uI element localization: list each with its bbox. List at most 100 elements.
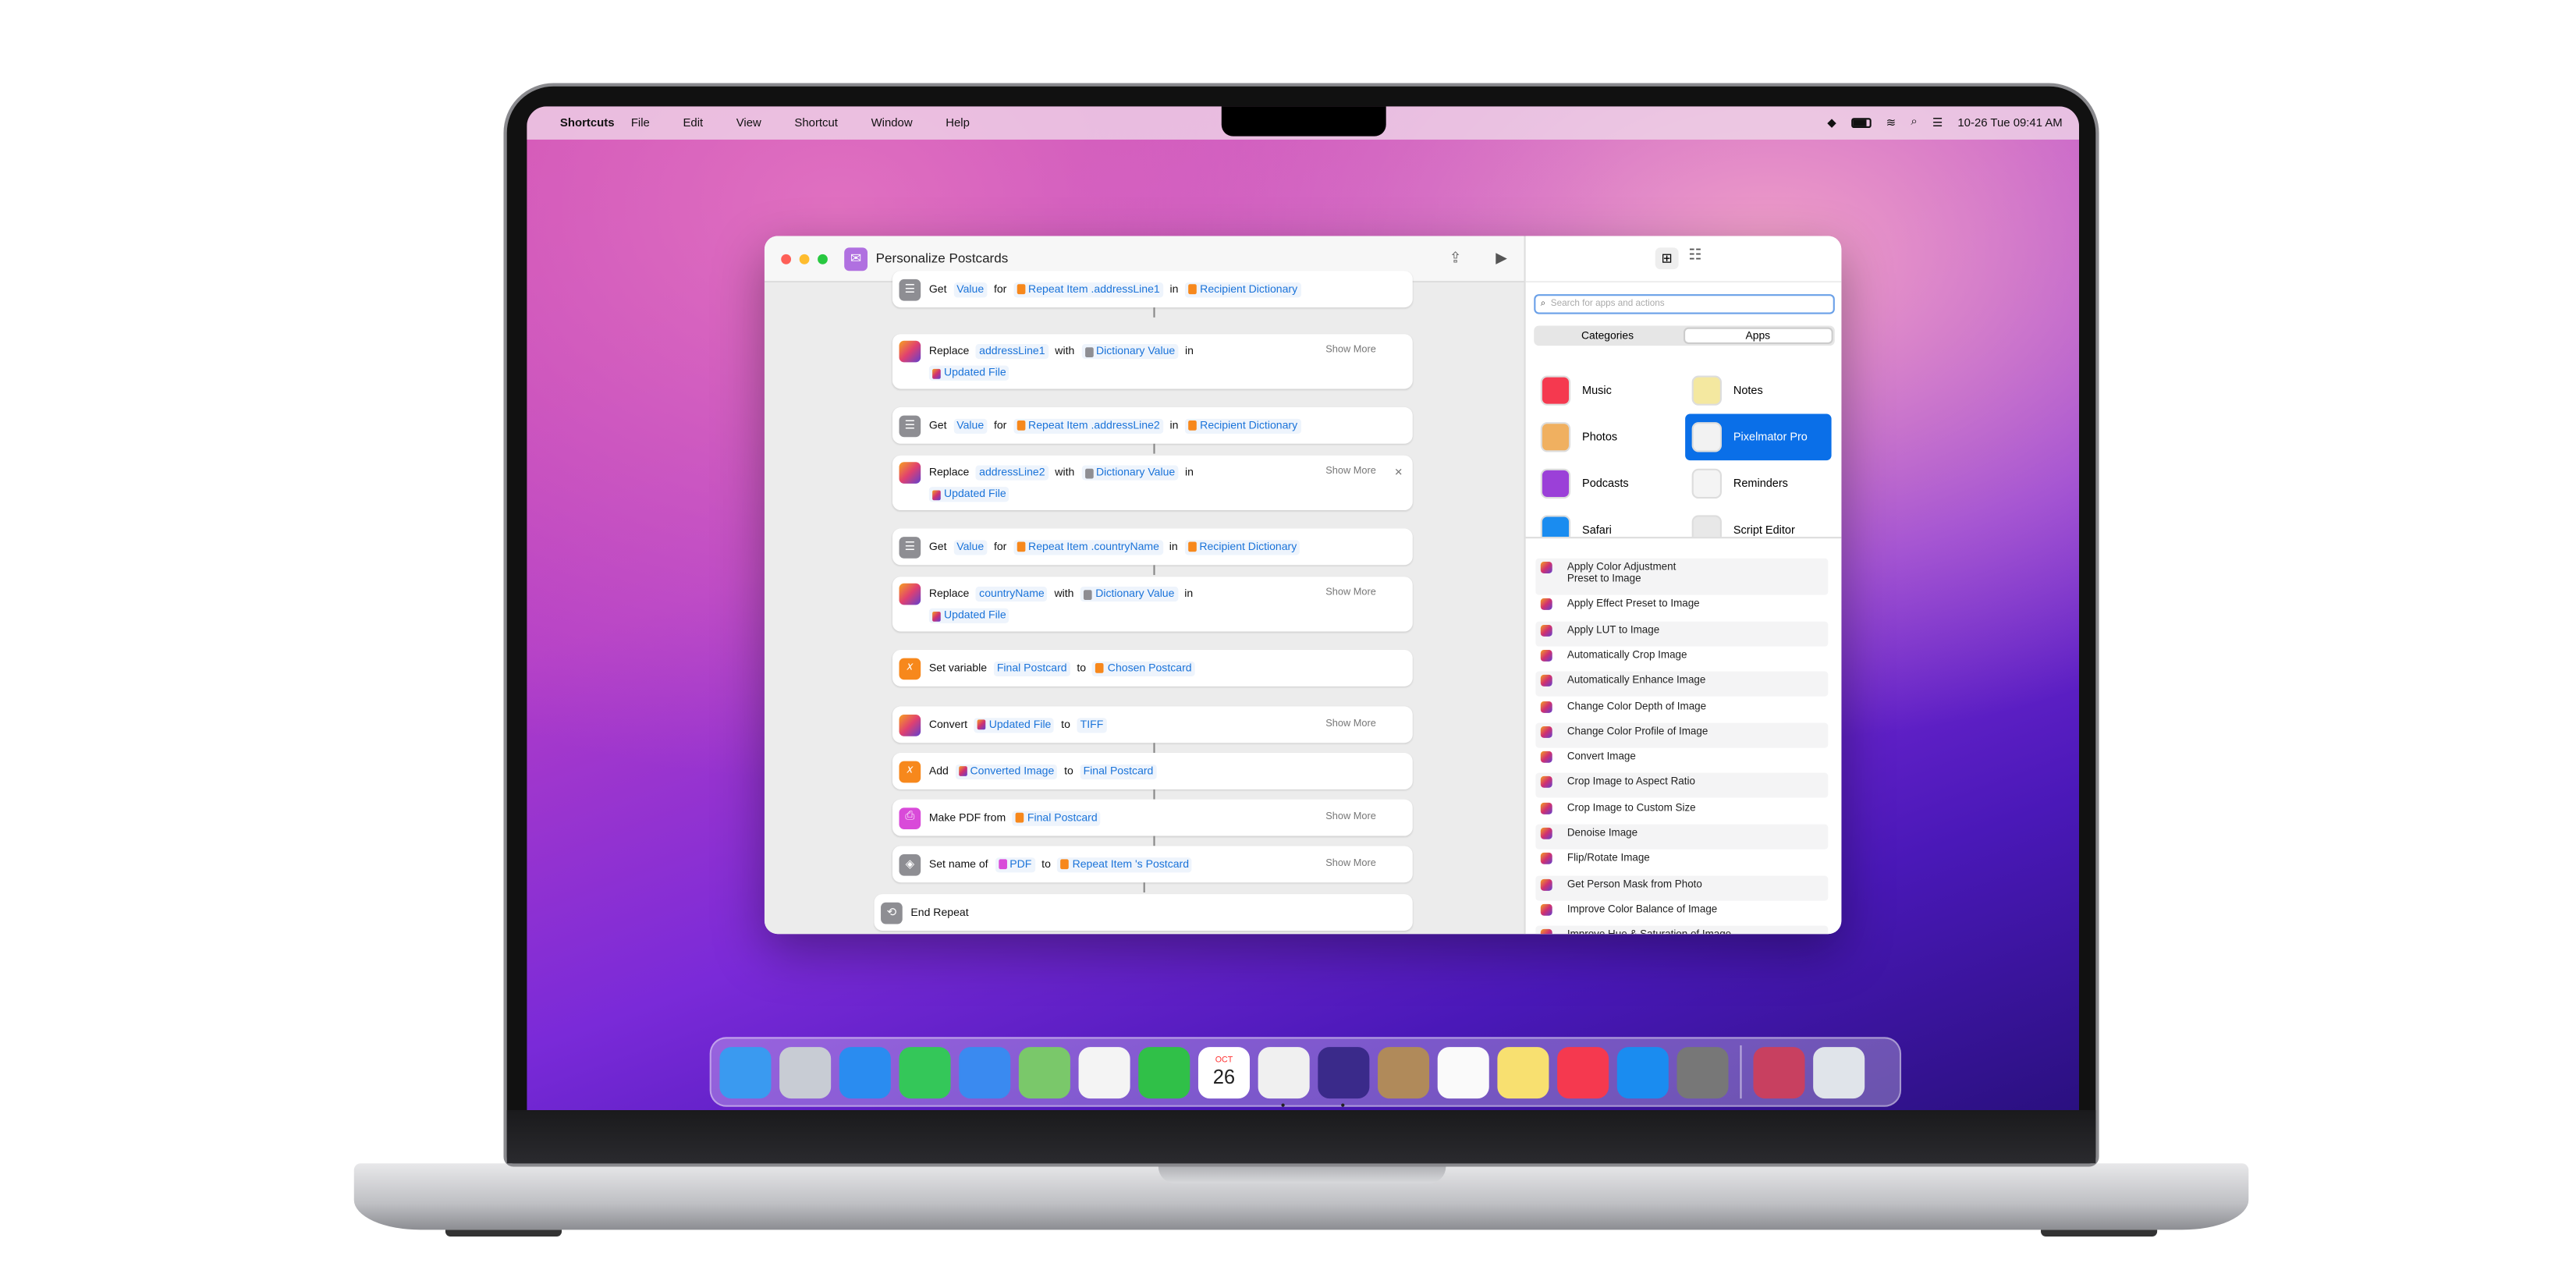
show-more-button[interactable]: Show More [1325,467,1376,477]
library-action[interactable]: Automatically Enhance Image [1535,672,1829,697]
parameter-token[interactable]: Converted Image [955,763,1058,779]
action-card[interactable]: ◈ Set name of PDF to Repeat Item 's Postcard… [892,846,1413,883]
parameter-token[interactable]: Recipient Dictionary [1185,282,1301,297]
app-podcasts[interactable]: Podcasts [1534,460,1680,507]
action-card[interactable]: 𝑥 Set variable Final Postcard to Chosen Post… [892,649,1413,687]
parameter-token[interactable]: Updated File [928,608,1009,623]
dock-calendar-icon[interactable]: OCT 26 [1198,1046,1250,1098]
parameter-token[interactable]: Repeat Item .addressLine2 [1013,417,1164,433]
parameter-token[interactable]: Dictionary Value [1080,343,1179,360]
dock-notes-icon[interactable] [1497,1046,1549,1098]
library-action[interactable]: Crop Image to Aspect Ratio [1535,773,1829,799]
parameter-token[interactable]: Updated File [974,717,1055,733]
menu-shortcut[interactable]: Shortcut [794,117,838,129]
library-action[interactable]: Change Color Profile of Image [1535,722,1829,748]
parameter-token[interactable]: Value [953,282,988,297]
app-photos[interactable]: Photos [1534,413,1680,460]
parameter-token[interactable]: Recipient Dictionary [1185,417,1301,433]
parameter-token[interactable]: Final Postcard [993,660,1070,676]
app-script-editor[interactable]: Script Editor [1685,507,1831,538]
parameter-token[interactable]: Final Postcard [1012,810,1101,825]
action-card[interactable]: ⎙ Make PDF from Final Postcard Show More [892,799,1413,836]
dock-safari-icon[interactable] [839,1046,891,1098]
tab-apps[interactable]: Apps [1682,327,1833,344]
app-pixelmator-pro[interactable]: Pixelmator Pro [1685,413,1832,461]
dock-app-store-icon[interactable] [1616,1046,1669,1098]
parameter-token[interactable]: Repeat Item 's Postcard [1057,857,1193,872]
dock-music-icon[interactable] [1557,1046,1609,1098]
battery-icon[interactable] [1850,118,1872,129]
app-notes[interactable]: Notes [1685,367,1831,414]
show-more-button[interactable]: Show More [1325,346,1376,356]
menu-app-name[interactable]: Shortcuts [560,117,615,129]
menu-window[interactable]: Window [871,117,913,129]
search-input[interactable]: ⌕ Search for apps and actions [1534,294,1835,314]
menu-file[interactable]: File [631,117,650,129]
dock-shortcuts-icon[interactable] [1318,1046,1370,1106]
parameter-token[interactable]: Dictionary Value [1080,586,1178,602]
dock-photos-icon[interactable] [1078,1046,1130,1098]
action-card[interactable]: Replace countryName with Dictionary Value in… [892,577,1413,632]
library-action[interactable]: Improve Hue & Saturation of Image [1535,925,1829,935]
control-center-icon[interactable]: ☰ [1932,116,1943,130]
library-action[interactable]: Crop Image to Custom Size [1535,799,1828,824]
action-card[interactable]: ☰ Get Value for Repeat Item .addressLine2 in R… [892,406,1413,444]
library-action[interactable]: Denoise Image [1535,824,1829,850]
dock-reminders-icon[interactable] [1437,1046,1489,1098]
wifi-icon[interactable]: ≋ [1886,116,1897,130]
parameter-token[interactable]: Value [953,417,988,433]
dock-maps-icon[interactable] [1018,1046,1070,1098]
action-card[interactable]: Convert Updated File to TIFF Show More [892,706,1413,743]
shortcut-icon[interactable]: ✉ [844,247,868,271]
library-action[interactable]: Apply Effect Preset to Image [1535,595,1828,620]
close-button[interactable] [781,253,792,264]
dock-launchpad-icon[interactable] [779,1046,832,1098]
action-card[interactable]: 𝑥 Add Converted Image to Final Postcard [892,753,1413,789]
parameter-token[interactable]: Updated File [928,365,1009,381]
action-card[interactable]: ☰ Get Value for Repeat Item .addressLine1 in R… [892,271,1413,308]
library-action[interactable]: Get Person Mask from Photo [1535,875,1829,900]
dock-contacts-icon[interactable] [1378,1046,1430,1098]
library-icon[interactable]: ⊞ [1655,247,1679,270]
menu-view[interactable]: View [736,117,761,129]
parameter-token[interactable]: addressLine1 [975,343,1048,360]
parameter-token[interactable]: Recipient Dictionary [1184,539,1300,555]
library-action[interactable]: Automatically Crop Image [1535,646,1828,671]
parameter-token[interactable]: Updated File [928,487,1009,502]
parameter-token[interactable]: Final Postcard [1080,763,1157,779]
parameter-token[interactable]: Value [953,539,988,555]
show-more-button[interactable]: Show More [1325,812,1376,822]
action-card[interactable]: Replace addressLine1 with Dictionary Value i… [892,334,1413,389]
parameter-token[interactable]: PDF [995,857,1035,872]
library-action[interactable]: Flip/Rotate Image [1535,850,1828,875]
dock-finder-icon[interactable] [719,1046,772,1098]
dock-messages-icon[interactable] [899,1046,951,1098]
shortcut-title[interactable]: Personalize Postcards [876,251,1009,266]
spotlight-icon[interactable]: ⌕ [1911,116,1917,130]
library-action[interactable]: Improve Color Balance of Image [1535,900,1828,925]
run-icon[interactable]: ▶ [1496,250,1507,268]
menu-edit[interactable]: Edit [683,117,703,129]
action-card[interactable]: ☰ Get Value for Repeat Item .countryName in Re… [892,528,1413,566]
tab-categories[interactable]: Categories [1534,326,1681,346]
library-action[interactable]: Apply LUT to Image [1535,620,1829,646]
share-icon[interactable]: ⇪ [1449,250,1462,268]
clock[interactable]: 10-26 Tue 09:41 AM [1957,117,2062,129]
parameter-token[interactable]: TIFF [1077,717,1107,733]
dropbox-icon[interactable]: ◆ [1827,116,1836,130]
settings-sliders-icon[interactable]: ☷ [1688,246,1701,264]
app-music[interactable]: Music [1534,367,1680,414]
action-card[interactable]: ⟲ End Repeat [874,894,1413,931]
parameter-token[interactable]: Repeat Item .countryName [1013,539,1163,555]
library-action[interactable]: Apply Color Adjustment Preset to Image [1535,558,1829,595]
parameter-token[interactable]: Dictionary Value [1080,465,1179,481]
dock-trash-icon[interactable] [1813,1046,1865,1098]
remove-action-icon[interactable]: ✕ [1394,467,1403,479]
parameter-token[interactable]: Repeat Item .addressLine1 [1013,282,1164,297]
parameter-token[interactable]: countryName [975,586,1048,602]
app-safari[interactable]: Safari [1534,507,1680,538]
dock-system-preferences-icon[interactable] [1677,1046,1729,1098]
show-more-button[interactable]: Show More [1325,858,1376,868]
dock-pixelmator-pro-icon[interactable] [1258,1046,1310,1106]
parameter-token[interactable]: addressLine2 [975,465,1048,481]
